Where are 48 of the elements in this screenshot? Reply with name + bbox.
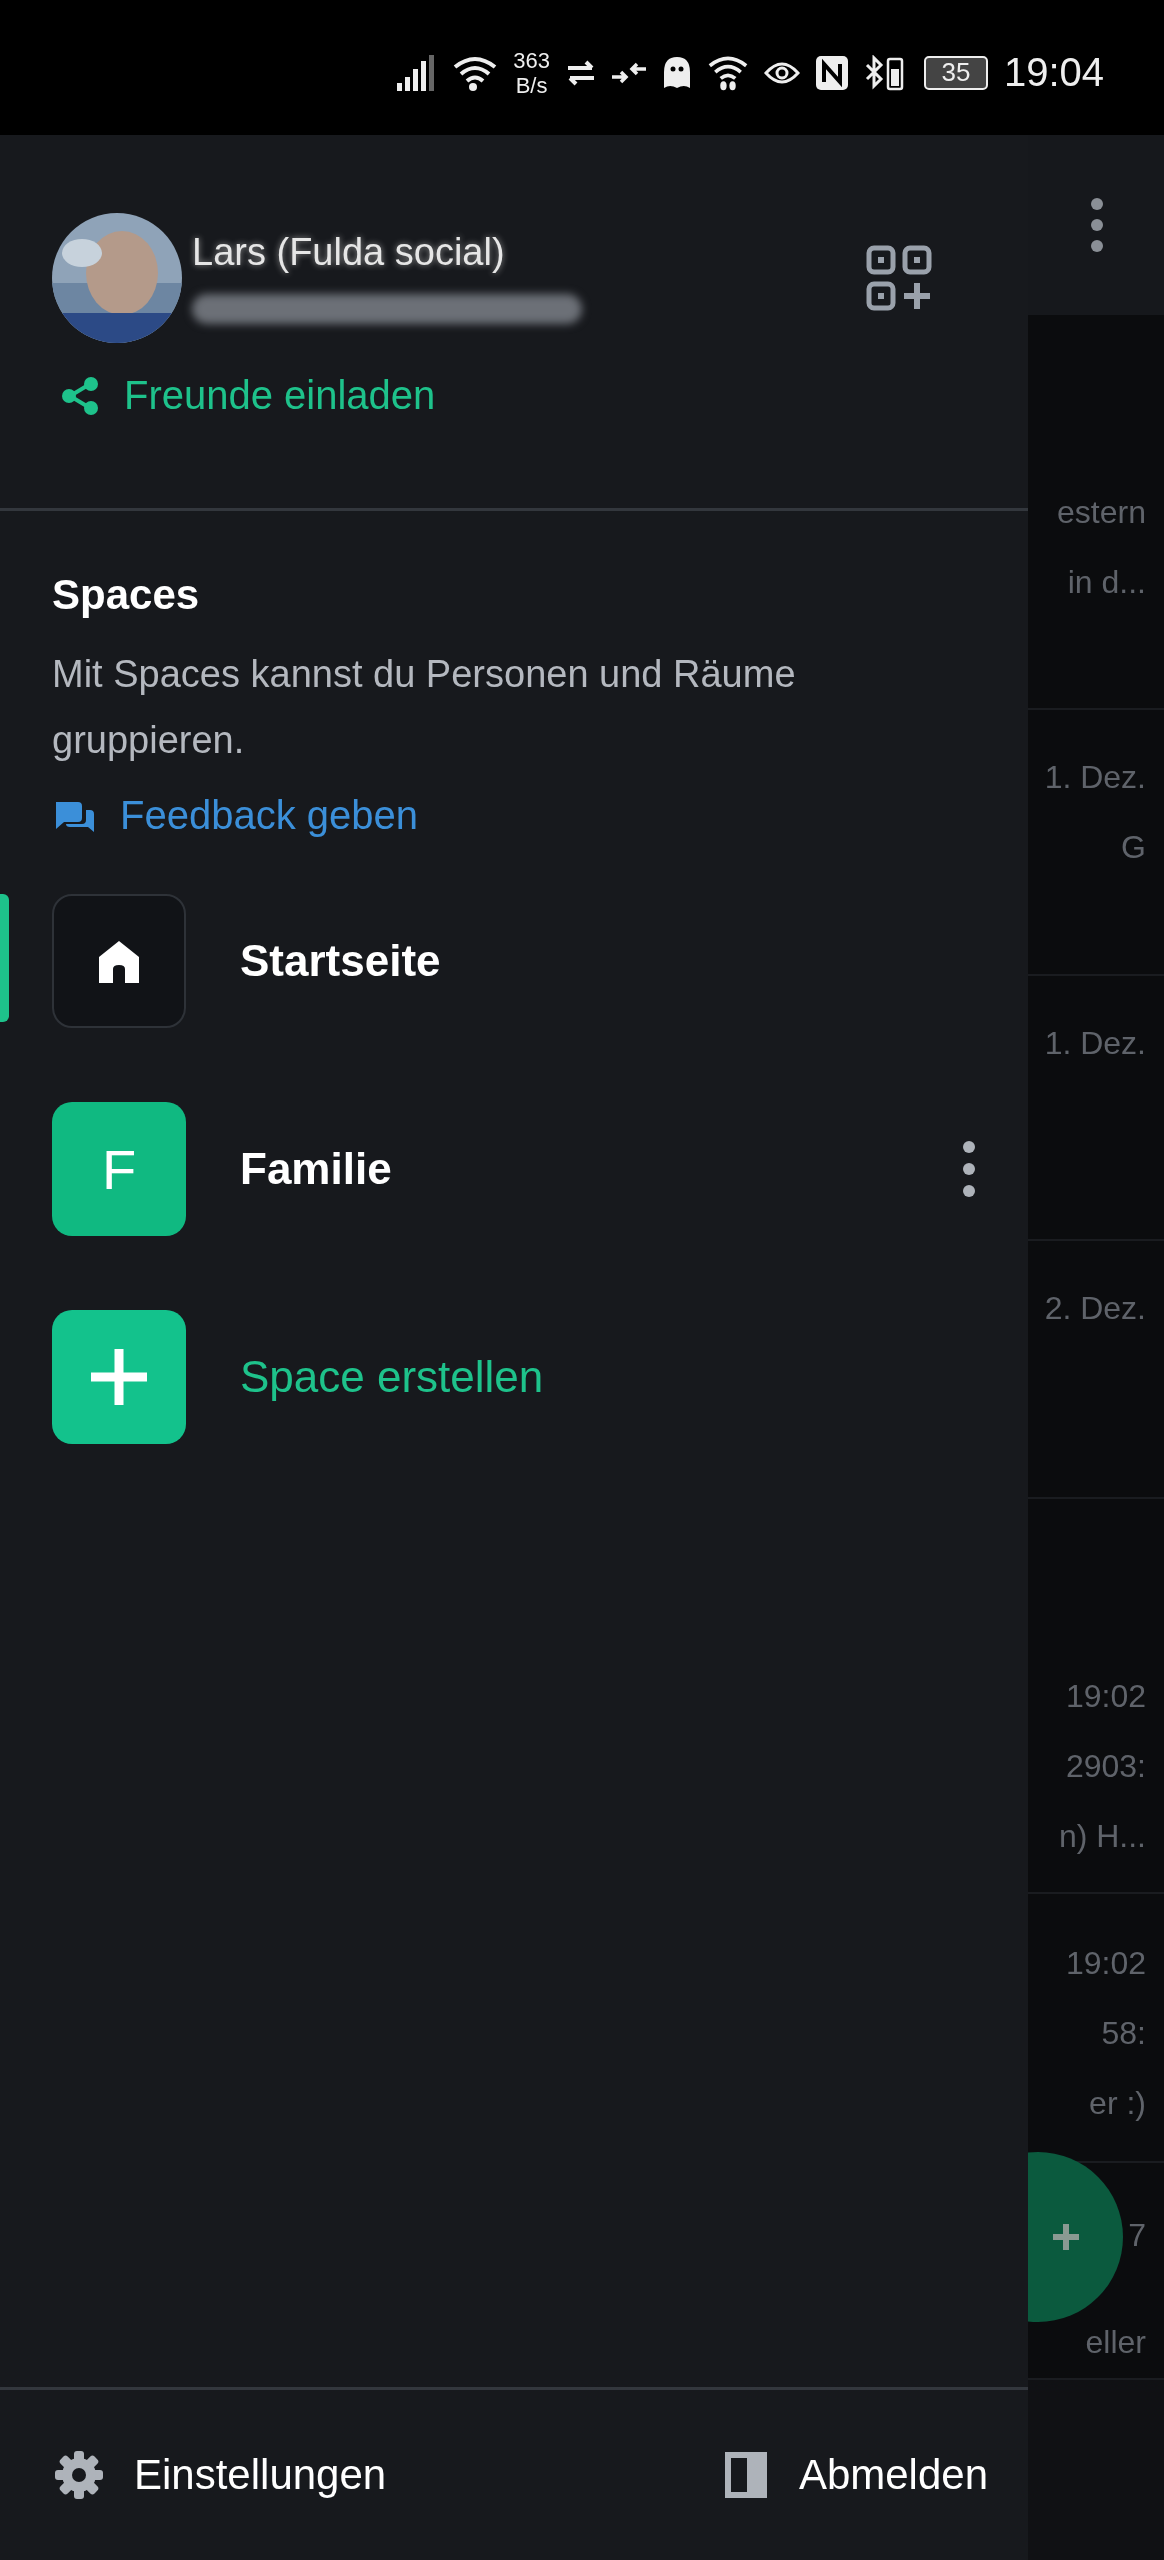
- row-text: in d...: [1067, 565, 1146, 599]
- ghost-icon: [661, 55, 692, 90]
- space-item[interactable]: F Familie: [0, 1102, 1028, 1236]
- row-text: 2903:: [1065, 1749, 1146, 1783]
- row-text: er :): [1089, 2086, 1146, 2120]
- space-item[interactable]: Startseite: [0, 894, 1028, 1028]
- clock: 19:04: [1003, 50, 1104, 95]
- row-text: 1. Dez.: [1044, 1026, 1146, 1060]
- section-title: Spaces: [52, 571, 201, 619]
- share-icon: [60, 375, 100, 416]
- row-text: eller: [1085, 2325, 1146, 2359]
- space-name: Familie: [240, 1144, 393, 1194]
- row-text: 58:: [1101, 2016, 1146, 2050]
- account-name: Lars (Fulda social): [192, 231, 506, 274]
- row-text: n) H...: [1058, 1819, 1146, 1853]
- network-speed: 363: [513, 47, 550, 73]
- invite-friends-link[interactable]: Freunde einladen: [60, 373, 436, 418]
- space-name: Startseite: [240, 936, 442, 986]
- bluetooth-battery-icon: [863, 54, 904, 91]
- row-text: 1. Dez.: [1044, 760, 1146, 794]
- row-text: G: [1121, 830, 1146, 864]
- settings-button[interactable]: Einstellungen: [54, 2450, 387, 2500]
- wifi-icon: [453, 54, 498, 91]
- eye-icon: [763, 60, 800, 85]
- transfer-arrows-icon: [565, 59, 596, 86]
- logout-button[interactable]: Abmelden: [722, 2450, 988, 2500]
- plus-icon: [52, 1310, 186, 1444]
- row-text: 19:02: [1065, 1679, 1146, 1713]
- row-text: 7: [1128, 2218, 1146, 2252]
- space-avatar: F: [52, 1102, 186, 1236]
- space-item[interactable]: Space erstellen: [0, 1310, 1028, 1444]
- space-name: Space erstellen: [240, 1352, 545, 1402]
- arrows-icon: [611, 61, 646, 84]
- row-text: 2. Dez.: [1044, 1291, 1146, 1325]
- feedback-link[interactable]: Feedback geben: [52, 793, 418, 838]
- qr-code-icon[interactable]: [866, 245, 932, 311]
- section-description: Mit Spaces kannst du Personen und Räume gruppieren.: [52, 652, 797, 763]
- door-icon: [722, 2450, 769, 2500]
- more-options-icon[interactable]: [1090, 197, 1104, 253]
- battery-level: 35: [941, 57, 971, 88]
- row-text: estern: [1057, 495, 1146, 529]
- home-icon: [52, 894, 186, 1028]
- more-options-icon[interactable]: [962, 1139, 976, 1199]
- settings-icon: [54, 2450, 104, 2500]
- nfc-icon: [815, 55, 848, 90]
- row-text: 19:02: [1065, 1946, 1146, 1980]
- network-speed-unit: B/s: [515, 72, 548, 98]
- plus-icon: [1051, 2222, 1081, 2252]
